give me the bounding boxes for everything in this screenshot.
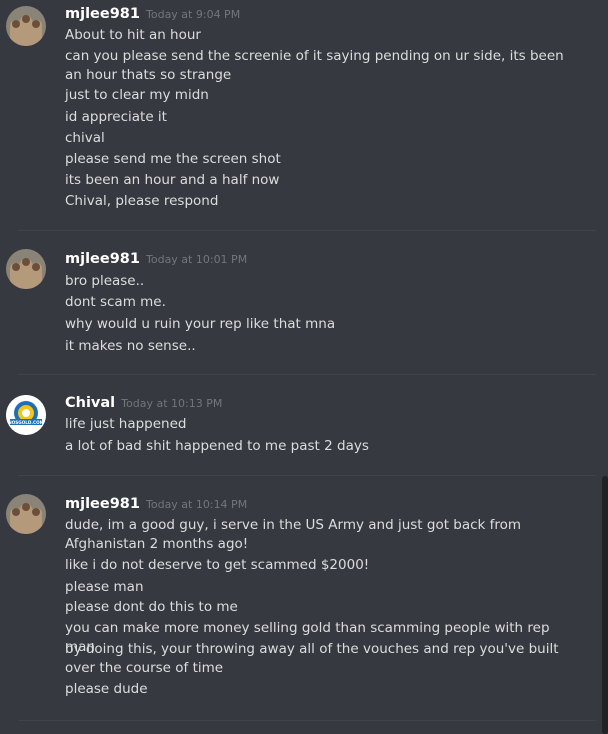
author-name[interactable]: mjlee981 [65, 251, 140, 267]
user-photo-avatar[interactable] [6, 494, 46, 534]
message-text: please send me the screen shot [65, 151, 281, 167]
message-text: life just happened [65, 416, 187, 432]
message-text: why would u ruin your rep like that mna [65, 316, 336, 332]
author-name[interactable]: Chival [65, 395, 115, 411]
message-text: like i do not deserve to get scammed $20… [65, 557, 370, 573]
message-timestamp: Today at 10:01 PM [146, 253, 248, 266]
message-divider [18, 230, 596, 231]
message-text: just to clear my midn [65, 87, 209, 103]
scrollbar-thumb[interactable] [602, 476, 608, 734]
message-text: its been an hour and a half now [65, 172, 280, 188]
message-author[interactable]: mjlee981 Today at 9:04 PM [65, 4, 240, 25]
message-text: it makes no sense.. [65, 338, 196, 354]
message-text: dude, im a good guy, i serve in the US A… [65, 517, 522, 552]
user-photo-avatar[interactable] [6, 249, 46, 289]
message-text: bro please.. [65, 273, 145, 289]
message-text: chival [65, 130, 105, 146]
message-timestamp: Today at 9:04 PM [146, 8, 241, 21]
message-text: dont scam me. [65, 294, 166, 310]
message-author[interactable]: Chival Today at 10:13 PM [65, 393, 222, 414]
message-text: please man [65, 579, 144, 595]
message-author[interactable]: mjlee981 Today at 10:01 PM [65, 249, 247, 270]
user-photo-avatar[interactable] [6, 6, 46, 46]
message-text: please dont do this to me [65, 599, 238, 615]
nosgold-logo-icon: NOSGOLD.COM [6, 395, 46, 435]
author-name[interactable]: mjlee981 [65, 496, 140, 512]
message-text: by doing this, your throwing away all of… [65, 641, 559, 676]
message-divider [18, 475, 596, 476]
message-divider [18, 374, 596, 375]
message-text: Chival, please respond [65, 193, 219, 209]
message-text: About to hit an hour [65, 27, 201, 43]
message-author[interactable]: mjlee981 Today at 10:14 PM [65, 494, 247, 515]
message-divider [18, 720, 596, 721]
logo-text: NOSGOLD.COM [8, 420, 44, 425]
message-text: id appreciate it [65, 109, 167, 125]
message-text: can you please send the screenie of it s… [65, 48, 564, 83]
message-text: a lot of bad shit happened to me past 2 … [65, 438, 369, 454]
nosgold-logo-avatar[interactable]: NOSGOLD.COM [6, 395, 46, 435]
chat-message-list: mjlee981 Today at 9:04 PM About to hit an… [0, 0, 608, 734]
scrollbar[interactable] [600, 0, 608, 734]
message-timestamp: Today at 10:14 PM [146, 498, 248, 511]
author-name[interactable]: mjlee981 [65, 6, 140, 22]
message-timestamp: Today at 10:13 PM [121, 397, 223, 410]
message-text: please dude [65, 681, 148, 697]
